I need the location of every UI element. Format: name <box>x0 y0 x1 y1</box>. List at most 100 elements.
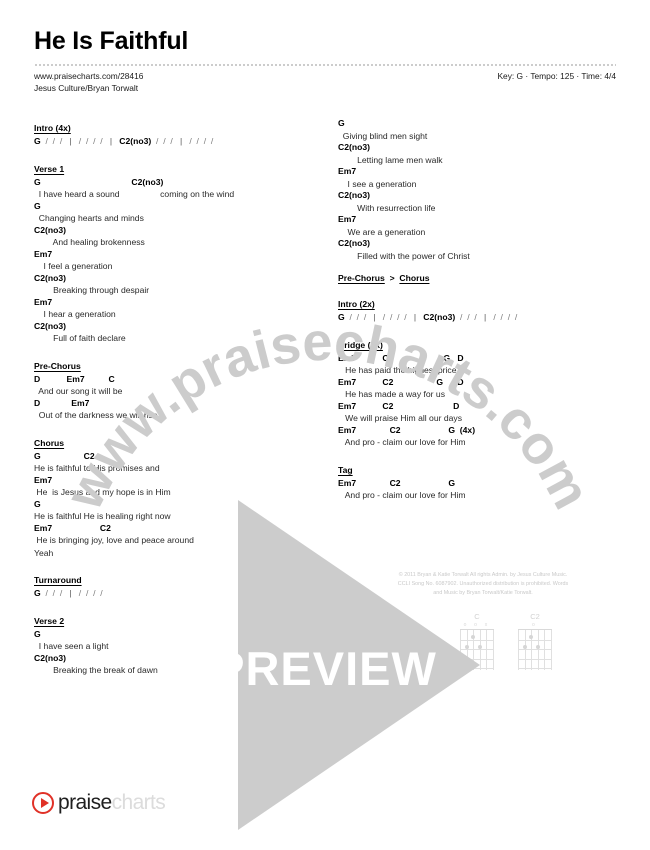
lyric-line: I hear a generation <box>34 309 116 320</box>
chart-section: G Giving blind men sight C2(no3) Letting … <box>338 118 614 262</box>
play-circle-icon <box>32 792 54 814</box>
chart-section: Tag Em7 C2 G And pro - claim our love for… <box>338 460 614 502</box>
section-body: Em7 C2 G And pro - claim our love for Hi… <box>338 478 614 502</box>
chord-line: C2(no3) <box>338 142 370 152</box>
header-meta-left: www.praisecharts.com/28416 Jesus Culture… <box>34 71 143 94</box>
section-body: G / / / | / / / / | C2(no3) / / / | / / … <box>34 136 310 148</box>
chart-column-left: Intro (4x) G / / / | / / / / | C2(no3) / … <box>34 118 310 688</box>
section-body: G I have seen a light C2(no3) Breaking th… <box>34 629 310 677</box>
chord-line: C2(no3) <box>34 272 66 283</box>
chord-diagram-name: C2 <box>530 612 540 621</box>
chart-section: Chorus G C2 He is faithful to His promises… <box>34 433 310 559</box>
lyric-line: And healing brokenness <box>34 237 145 248</box>
lyric-line: He is Jesus and my hope is in Him <box>34 487 171 498</box>
section-label: Intro (4x) <box>34 123 71 133</box>
chord-line: G C2(no3) <box>34 176 164 187</box>
section-body: D Em7 C And our song it will be D Em7 Out… <box>34 374 310 422</box>
chord-diagram-grid <box>460 629 494 670</box>
chord-line: Em7 <box>34 296 53 307</box>
lyric-line: He is bringing joy, love and peace aroun… <box>34 535 194 546</box>
praisecharts-logo[interactable]: praisecharts <box>32 791 166 815</box>
section-label: Chorus <box>34 437 65 448</box>
lyric-line: Full of faith declare <box>34 333 126 344</box>
lyric-line: He has paid the highest price <box>338 365 457 376</box>
chord-line: G <box>338 118 345 128</box>
lyric-line: I see a generation <box>338 178 417 189</box>
artist-name: Jesus Culture/Bryan Torwalt <box>34 82 139 93</box>
section-label: Turnaround <box>34 575 82 585</box>
chart-section: Pre-Chorus > Chorus <box>338 273 614 283</box>
chord-line: Em7 C2 G <box>338 477 456 488</box>
lyric-line: He is faithful He is healing right now <box>34 511 171 522</box>
lyric-line: Letting lame men walk <box>338 154 443 165</box>
dotted-divider <box>34 64 616 66</box>
chord-line: Em7 <box>338 214 357 224</box>
chord-diagram-open-markers: o <box>532 622 538 628</box>
page-title: He Is Faithful <box>34 27 189 55</box>
lyric-line: Out of the darkness we will rise <box>34 410 158 421</box>
chord-line: C2(no3) <box>34 224 66 235</box>
section-body: G C2 He is faithful to His promises and Em… <box>34 451 310 559</box>
chart-section: Turnaround G / / / | / / / / <box>34 570 310 600</box>
chord-line: Em7 <box>338 166 357 176</box>
chord-diagram-grid <box>518 629 552 670</box>
chord-line: Em7 C2 G D <box>338 376 464 387</box>
chart-section: Verse 1 G C2(no3) I have heard a sound co… <box>34 159 310 345</box>
lyric-line: And pro - claim our love for Him <box>338 437 466 448</box>
chord-line: C2(no3) <box>338 190 370 200</box>
chart-section: Pre-Chorus D Em7 C And our song it will b… <box>34 356 310 422</box>
chord-line: C2(no3) <box>34 652 66 663</box>
lyric-line: With resurrection life <box>338 202 436 213</box>
chord-line: C2(no3) <box>338 238 370 248</box>
copyright-text: © 2011 Bryan & Katie Torwalt All rights … <box>397 572 569 597</box>
lyric-line: We are a generation <box>338 226 426 237</box>
chart-section: Intro (4x) G / / / | / / / / | C2(no3) / … <box>34 118 310 148</box>
chart-section: Verse 2 G I have seen a light C2(no3) Brea… <box>34 611 310 677</box>
lyric-line: Filled with the power of Christ <box>338 250 470 261</box>
chord-diagram-name: C <box>474 612 480 621</box>
section-label: Verse 2 <box>34 615 65 626</box>
chord-diagram-open-markers: o o x <box>463 622 491 628</box>
chart-url[interactable]: www.praisecharts.com/28416 <box>34 71 143 83</box>
page-header: He Is Faithful www.praisecharts.com/2841… <box>34 26 616 94</box>
section-body: Em7 C2 G D He has paid the highest price… <box>338 353 614 449</box>
chord-diagram: Co o x <box>455 612 499 670</box>
chord-line: G <box>34 200 41 211</box>
header-meta-row: www.praisecharts.com/28416 Jesus Culture… <box>34 71 616 94</box>
lyric-line: Breaking through despair <box>34 285 150 296</box>
lyric-line: And our song it will be <box>34 386 123 397</box>
chord-line: Em7 <box>34 248 53 259</box>
section-body: G / / / | / / / / | C2(no3) / / / | / / … <box>338 312 614 324</box>
chord-line: Em7 <box>34 474 53 485</box>
chord-line: Em7 C2 G (4x) <box>338 424 476 435</box>
lyric-line: He has made a way for us <box>338 389 445 400</box>
chart-column-right: G Giving blind men sight C2(no3) Letting … <box>338 118 614 513</box>
lyric-line: Yeah <box>34 547 54 558</box>
lyric-line: I feel a generation <box>34 261 113 272</box>
chord-chart-page: He Is Faithful www.praisecharts.com/2841… <box>0 0 650 850</box>
lyric-line: He is faithful to His promises and <box>34 463 160 474</box>
chord-line: D Em7 C <box>34 373 115 384</box>
section-body: G / / / | / / / / <box>34 588 310 600</box>
logo-text-strong: praise <box>58 791 112 814</box>
chart-section: Intro (2x) G / / / | / / / / | C2(no3) / … <box>338 294 614 324</box>
logo-wordmark: praisecharts <box>58 791 166 815</box>
chord-line: D Em7 <box>34 397 90 408</box>
chord-diagram-group: Co o x C2 o <box>455 612 557 670</box>
section-label: Tag <box>338 464 353 475</box>
lyric-line: We will praise Him all our days <box>338 413 463 424</box>
lyric-line: Breaking the break of dawn <box>34 665 158 676</box>
section-label: Bridge (2x) <box>338 339 383 350</box>
chord-line: G <box>34 628 41 639</box>
song-meta-key-tempo-time: Key: G · Tempo: 125 · Time: 4/4 <box>497 71 616 81</box>
chord-line: G / / / | / / / / | C2(no3) / / / | / / … <box>34 136 214 146</box>
chord-line: C2(no3) <box>34 320 66 331</box>
lyric-line: I have seen a light <box>34 641 109 652</box>
lyric-line: I have heard a sound coming on the wind <box>34 189 235 200</box>
section-label: Pre-Chorus > Chorus <box>338 273 430 283</box>
chord-line: Em7 C2 <box>34 522 111 533</box>
chart-section: Bridge (2x) Em7 C2 G D He has paid the hi… <box>338 335 614 449</box>
chord-line: G C2 <box>34 450 95 461</box>
chord-line: G / / / | / / / / | C2(no3) / / / | / / … <box>338 312 518 322</box>
section-label: Pre-Chorus <box>34 360 81 371</box>
